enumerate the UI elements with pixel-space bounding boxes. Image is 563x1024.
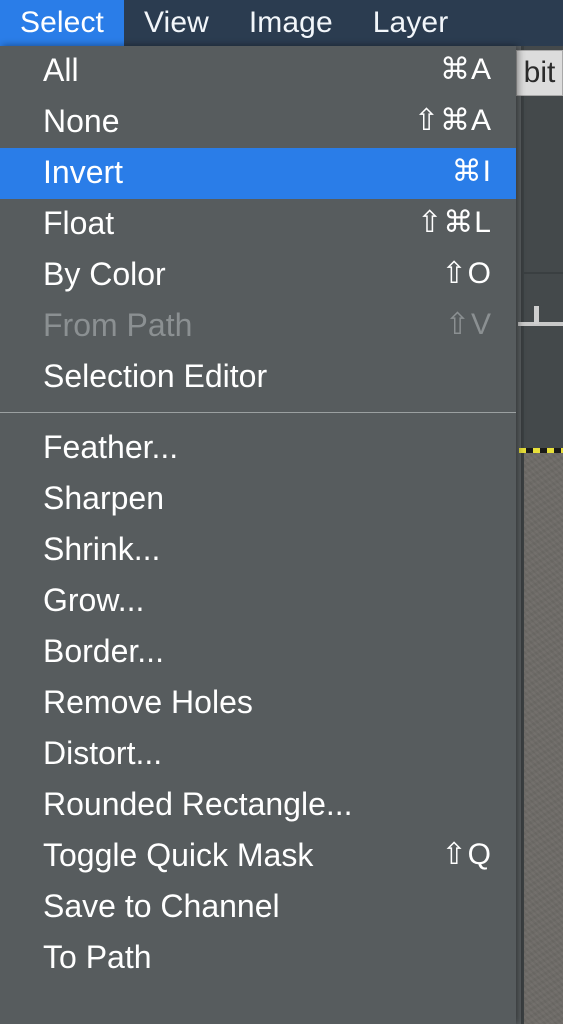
menubar-item-label: Layer (372, 6, 449, 39)
menubar-item-label: Image (248, 6, 333, 39)
menu-item-label: None (43, 103, 120, 139)
menu-item-label: Save to Channel (43, 888, 280, 924)
menu-item-shortcut: ⇧Q (441, 838, 492, 871)
menubar-item-label: Select (20, 6, 104, 39)
menu-item-label: All (43, 52, 79, 88)
menubar-item-layer[interactable]: Layer (353, 0, 469, 46)
canvas-document-selected-region (524, 452, 563, 1024)
menu-item-label: Border... (43, 633, 164, 669)
menu-item-grow[interactable]: Grow... (0, 576, 516, 627)
image-depth-label: bit (523, 56, 556, 89)
application-window: Select View Image Layer bit All ⌘A None ⇧⌘A… (0, 0, 563, 1024)
menu-item-label: Feather... (43, 429, 179, 465)
menu-item-rounded-rectangle[interactable]: Rounded Rectangle... (0, 780, 516, 831)
menu-item-shortcut: ⇧V (444, 308, 492, 341)
menu-item-none[interactable]: None ⇧⌘A (0, 97, 516, 148)
menu-item-shortcut: ⌘A (439, 53, 492, 86)
menubar: Select View Image Layer (0, 0, 563, 46)
menu-item-sharpen[interactable]: Sharpen (0, 474, 516, 525)
menu-item-shrink[interactable]: Shrink... (0, 525, 516, 576)
menu-item-shortcut: ⇧⌘A (413, 104, 492, 137)
menu-item-border[interactable]: Border... (0, 627, 516, 678)
menu-item-shortcut: ⌘I (451, 155, 492, 188)
menubar-item-image[interactable]: Image (229, 0, 353, 46)
menu-item-label: Rounded Rectangle... (43, 786, 353, 822)
menu-item-label: Selection Editor (43, 358, 268, 394)
menu-item-label: Distort... (43, 735, 163, 771)
image-depth-badge[interactable]: bit (516, 50, 563, 96)
menu-item-save-to-channel[interactable]: Save to Channel (0, 882, 516, 933)
menu-item-from-path: From Path ⇧V (0, 301, 516, 352)
vertical-ruler[interactable] (521, 46, 524, 1024)
menu-item-shortcut: ⇧⌘L (417, 206, 492, 239)
guide-handle-icon[interactable] (534, 306, 539, 324)
select-dropdown-menu: All ⌘A None ⇧⌘A Invert ⌘I Float ⇧⌘L By Color ⇧O Fr… (0, 46, 516, 1024)
menu-item-label: From Path (43, 307, 193, 343)
canvas-divider-line (524, 272, 563, 274)
menu-item-label: Remove Holes (43, 684, 253, 720)
menu-item-feather[interactable]: Feather... (0, 423, 516, 474)
menu-item-float[interactable]: Float ⇧⌘L (0, 199, 516, 250)
menu-item-label: Invert (43, 154, 124, 190)
menu-item-selection-editor[interactable]: Selection Editor (0, 352, 516, 403)
menu-item-to-path[interactable]: To Path (0, 933, 516, 984)
horizontal-guide[interactable] (518, 322, 563, 326)
menu-item-label: Grow... (43, 582, 145, 618)
menu-item-label: To Path (43, 939, 152, 975)
menu-item-distort[interactable]: Distort... (0, 729, 516, 780)
menubar-item-view[interactable]: View (124, 0, 229, 46)
menu-item-all[interactable]: All ⌘A (0, 46, 516, 97)
menu-item-invert[interactable]: Invert ⌘I (0, 148, 516, 199)
menu-item-toggle-quick-mask[interactable]: Toggle Quick Mask ⇧Q (0, 831, 516, 882)
menu-item-list: All ⌘A None ⇧⌘A Invert ⌘I Float ⇧⌘L By Color ⇧O Fr… (0, 46, 516, 984)
menubar-item-label: View (143, 6, 209, 39)
menu-item-label: Sharpen (43, 480, 164, 516)
menu-item-label: Toggle Quick Mask (43, 837, 314, 873)
menu-item-label: Float (43, 205, 115, 241)
menu-item-label: Shrink... (43, 531, 161, 567)
selection-marching-ants (519, 448, 563, 453)
menu-separator (0, 412, 516, 413)
menu-item-by-color[interactable]: By Color ⇧O (0, 250, 516, 301)
menu-item-label: By Color (43, 256, 166, 292)
menu-item-shortcut: ⇧O (441, 257, 492, 290)
menubar-item-select[interactable]: Select (0, 0, 124, 46)
menu-item-remove-holes[interactable]: Remove Holes (0, 678, 516, 729)
